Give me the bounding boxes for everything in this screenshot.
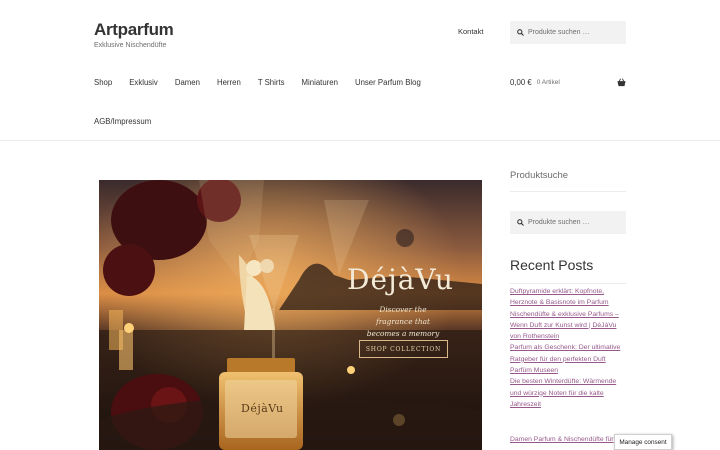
bottle-label: DéjàVu — [241, 402, 284, 415]
recent-post-link[interactable]: Nischendüfte & exklusive Parfums – Wenn … — [510, 309, 626, 343]
recent-posts-title: Recent Posts — [510, 257, 626, 284]
nav-item-miniaturen[interactable]: Miniaturen — [302, 78, 338, 87]
nav-item-parfum-blog[interactable]: Unser Parfum Blog — [355, 78, 421, 87]
nav-item-shop[interactable]: Shop — [94, 78, 112, 87]
recent-post-link[interactable]: Die besten Winterdüfte: Wärmende und wür… — [510, 376, 626, 410]
header-search-input[interactable]: Produkte suchen … — [510, 21, 626, 44]
cart-amount: 0,00 € — [510, 78, 532, 87]
cart-link[interactable]: 0,00 € 0 Artikel — [510, 78, 626, 87]
nav-item-exklusiv[interactable]: Exklusiv — [129, 78, 158, 87]
cart-count: 0 Artikel — [536, 79, 560, 86]
hero-brand: DéjàVu — [347, 263, 454, 296]
basket-icon — [617, 78, 626, 87]
recent-post-link[interactable]: Duftpyramide erklärt: Kopfnote, Herznote… — [510, 286, 626, 309]
nav-item-herren[interactable]: Herren — [217, 78, 241, 87]
search-placeholder: Produkte suchen … — [528, 219, 590, 226]
hero-banner[interactable]: DéjàVu Discover the fragrance that becom… — [99, 180, 482, 450]
recent-post-link[interactable]: Parfüm Museen — [510, 365, 626, 376]
manage-consent-button[interactable]: Manage consent — [614, 434, 672, 450]
recent-post-link[interactable]: Parfum als Geschenk: Der ultimative Ratg… — [510, 342, 626, 365]
category-link[interactable]: Damen Parfum & Nischendüfte für — [510, 436, 614, 443]
shop-collection-button[interactable]: SHOP COLLECTION — [359, 340, 448, 358]
site-tagline: Exklusive Nischendüfte — [94, 42, 167, 49]
primary-nav: Shop Exklusiv Damen Herren T Shirts Mini… — [94, 78, 438, 87]
hero-tagline: Discover the fragrance that becomes a me… — [366, 305, 440, 338]
search-placeholder: Produkte suchen … — [528, 29, 590, 36]
sidebar: Produktsuche Produkte suchen … Recent Po… — [510, 170, 626, 443]
nav-item-agb-impressum[interactable]: AGB/Impressum — [94, 117, 151, 126]
sidebar-search-input[interactable]: Produkte suchen … — [510, 211, 626, 234]
nav-item-damen[interactable]: Damen — [175, 78, 200, 87]
site-title[interactable]: Artparfum — [94, 20, 174, 40]
search-icon — [517, 219, 524, 226]
product-search-title: Produktsuche — [510, 170, 626, 192]
nav-item-t-shirts[interactable]: T Shirts — [258, 78, 285, 87]
site-header: Artparfum Exklusive Nischendüfte Kontakt… — [0, 0, 720, 141]
search-icon — [517, 29, 524, 36]
contact-link[interactable]: Kontakt — [458, 27, 483, 36]
recent-posts-list: Duftpyramide erklärt: Kopfnote, Herznote… — [510, 286, 626, 410]
